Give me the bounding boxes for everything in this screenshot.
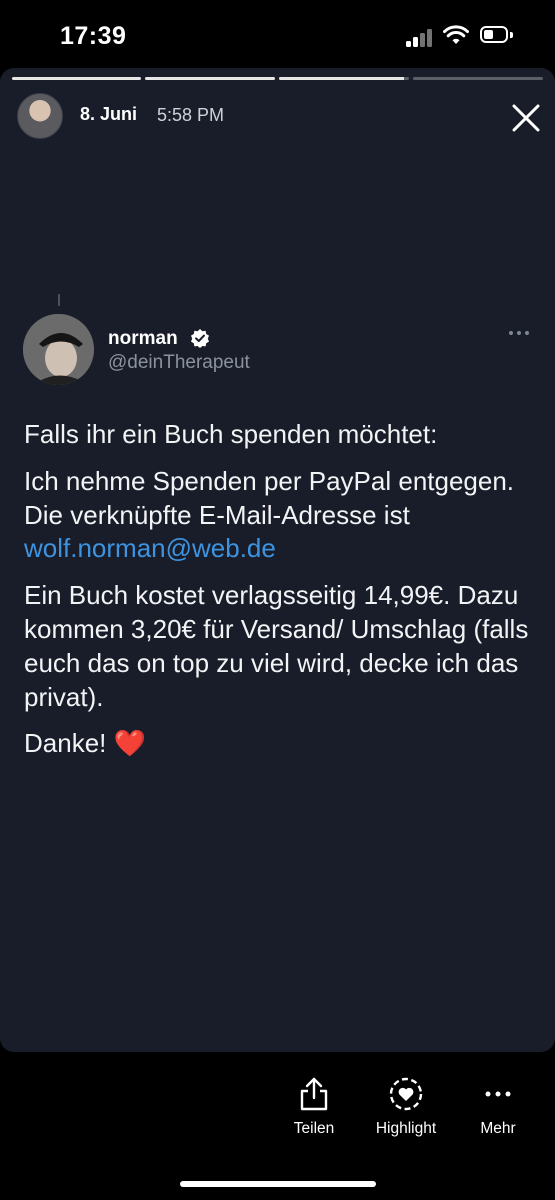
status-bar: 17:39 — [0, 0, 555, 70]
story-progress — [12, 77, 543, 81]
tweet-paragraph: Ein Buch kostet verlagsseitig 14,99€. Da… — [24, 580, 529, 712]
verified-badge-icon — [191, 329, 209, 348]
more-icon — [485, 1091, 511, 1097]
story-actions: Teilen Highlight Mehr — [0, 1052, 555, 1200]
tweet-text: Danke! — [24, 728, 114, 759]
heart-emoji: ❤️ — [113, 728, 146, 759]
tweet-paragraph: Falls ihr ein Buch spenden möchtet: — [24, 419, 438, 449]
story-avatar[interactable] — [17, 93, 63, 139]
signal-icon — [406, 27, 436, 47]
share-label: Teilen — [293, 1120, 335, 1137]
tweet-paragraph: Ich nehme Spenden per PayPal entgegen. D… — [24, 465, 534, 566]
tweet-author-name[interactable]: norman — [108, 328, 178, 350]
more-dots-icon[interactable] — [506, 326, 532, 340]
story-time: 5:58 PM — [157, 105, 225, 125]
thread-line — [58, 294, 60, 306]
highlight-heart-icon — [389, 1077, 423, 1111]
close-icon[interactable] — [507, 99, 545, 137]
tweet-body: Falls ihr ein Buch spenden möchtet: Ich … — [24, 418, 534, 774]
highlight-button[interactable]: Highlight — [362, 1076, 450, 1138]
progress-segment — [279, 77, 409, 80]
status-time: 17:39 — [60, 22, 127, 50]
highlight-label: Highlight — [375, 1120, 437, 1137]
wifi-icon — [443, 25, 469, 44]
more-label: Mehr — [480, 1120, 516, 1137]
story-date: 8. Juni — [80, 104, 138, 124]
tweet-avatar[interactable] — [23, 314, 94, 385]
tweet-paragraph: Danke! ❤️ — [24, 727, 534, 761]
email-link[interactable]: wolf.norman@web.de — [24, 533, 276, 563]
progress-segment — [12, 77, 141, 80]
tweet-text: Ich nehme Spenden per PayPal entgegen. D… — [24, 465, 515, 530]
tweet-author-handle[interactable]: @deinTherapeut — [108, 352, 250, 374]
share-icon — [300, 1077, 328, 1111]
home-indicator[interactable] — [180, 1181, 376, 1187]
progress-segment — [413, 77, 543, 80]
share-button[interactable]: Teilen — [283, 1076, 345, 1138]
more-button[interactable]: Mehr — [470, 1076, 526, 1138]
story-card: 8. Juni 5:58 PM norman @deinTherapeut Fa… — [0, 68, 555, 1052]
progress-segment — [145, 77, 275, 80]
battery-icon — [480, 26, 514, 45]
